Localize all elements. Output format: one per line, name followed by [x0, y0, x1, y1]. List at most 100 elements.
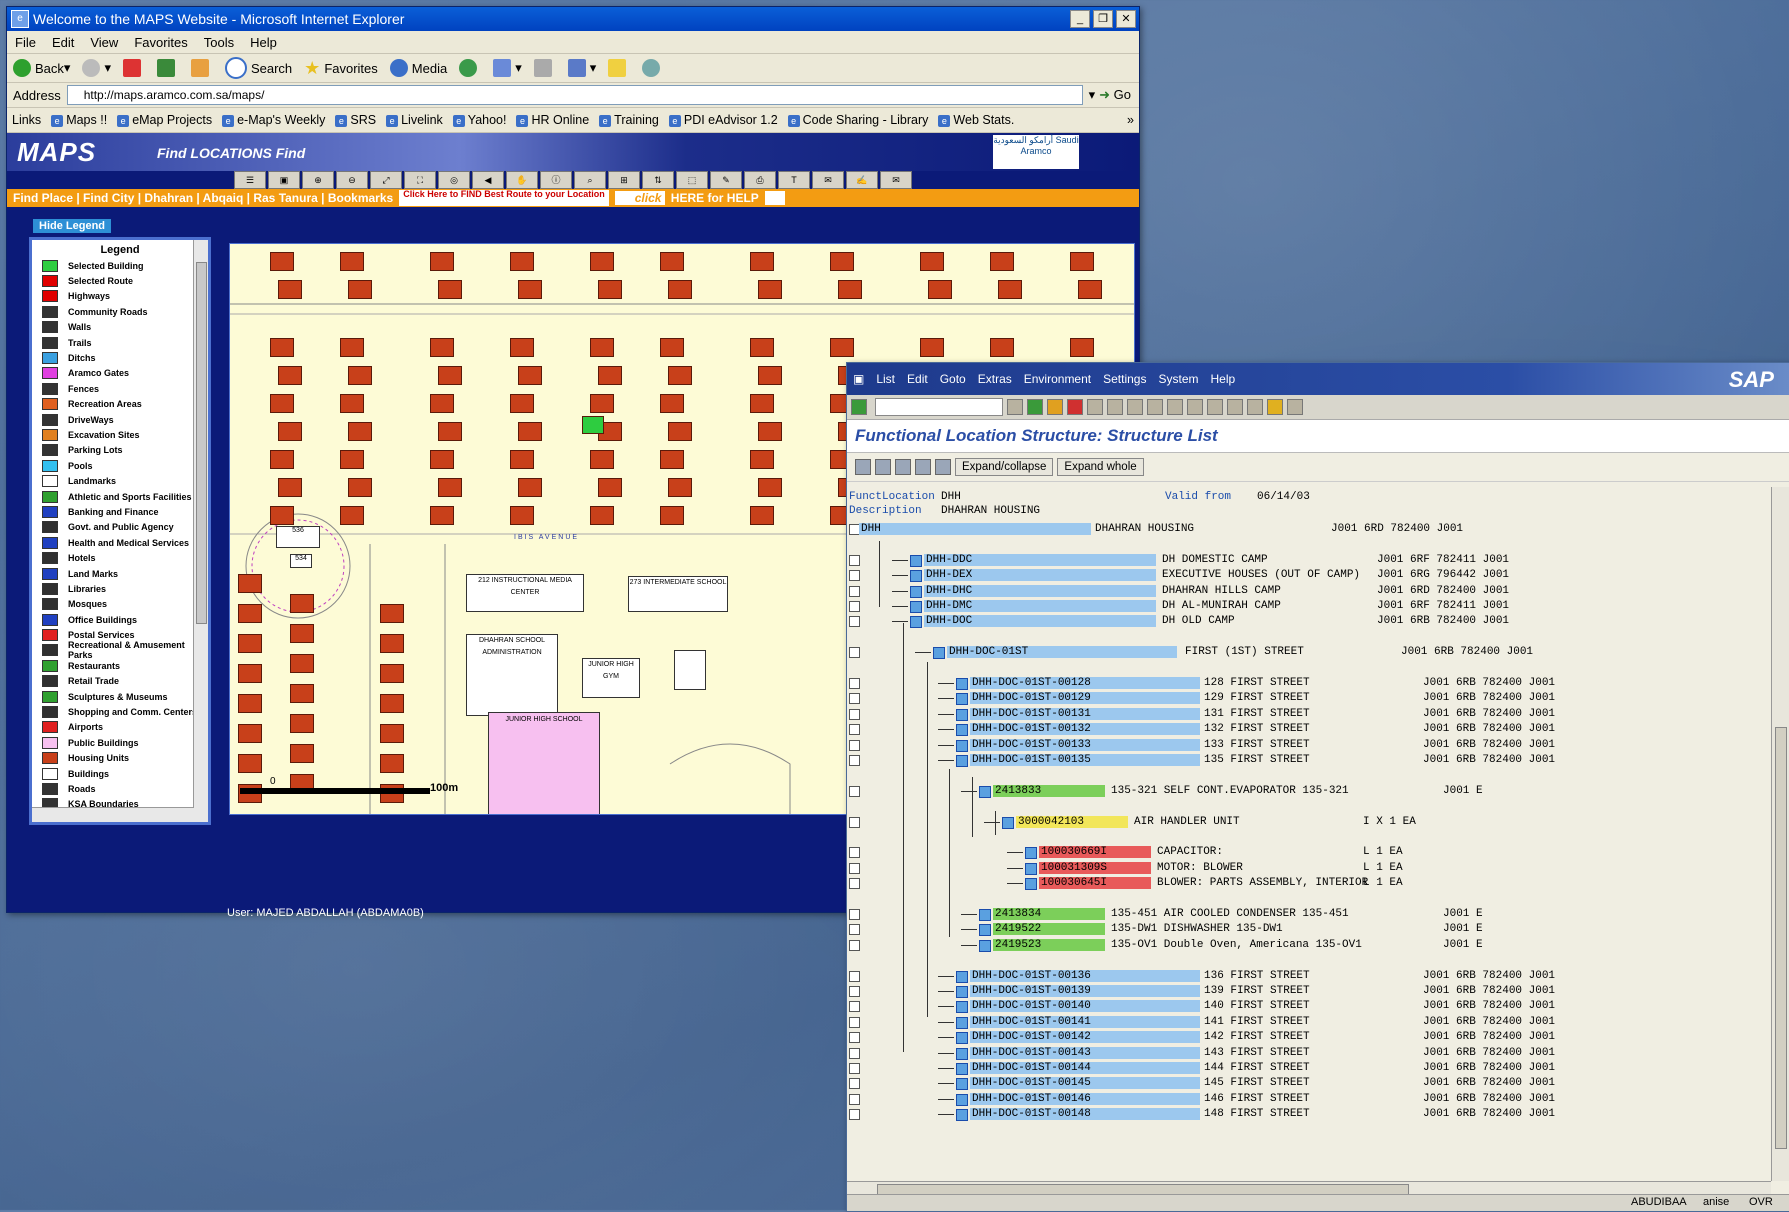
folder-icon[interactable]: [956, 1078, 968, 1091]
housing-unit[interactable]: [348, 478, 372, 497]
back-button[interactable]: Back ▾: [13, 59, 70, 77]
row-checkbox[interactable]: [849, 970, 860, 982]
folder-icon[interactable]: [956, 1016, 968, 1029]
housing-unit[interactable]: [238, 694, 262, 713]
signature-tool-icon[interactable]: ✍: [846, 171, 878, 189]
housing-unit[interactable]: [990, 252, 1014, 271]
help-button[interactable]: click HERE for HELP: [614, 191, 785, 205]
folder-icon[interactable]: [956, 1093, 968, 1106]
link-pdi-eadvisor[interactable]: PDI eAdvisor 1.2: [669, 113, 778, 127]
housing-unit[interactable]: [598, 366, 622, 385]
housing-unit[interactable]: [750, 338, 774, 357]
housing-unit[interactable]: [270, 338, 294, 357]
structure-row[interactable]: 2413833 135-321 SELF CONT.EVAPORATOR 135-…: [847, 784, 1767, 799]
housing-unit[interactable]: [518, 478, 542, 497]
fit-tool-icon[interactable]: ⛶: [404, 171, 436, 189]
housing-unit[interactable]: [278, 280, 302, 299]
folder-icon[interactable]: [1025, 878, 1037, 891]
folder-icon[interactable]: [910, 601, 922, 613]
media-button[interactable]: Media: [389, 59, 447, 77]
print-tool-icon[interactable]: ⎙: [744, 171, 776, 189]
link-emap-projects[interactable]: eMap Projects: [117, 113, 212, 127]
search-button[interactable]: Search: [224, 57, 292, 79]
print-button[interactable]: [533, 59, 556, 77]
housing-unit[interactable]: [430, 394, 454, 413]
row-checkbox[interactable]: [849, 924, 860, 936]
housing-unit[interactable]: [750, 252, 774, 271]
link-emaps-weekly[interactable]: e-Map's Weekly: [222, 113, 325, 127]
row-id[interactable]: DHH-DEX: [924, 569, 1156, 582]
housing-unit[interactable]: [238, 724, 262, 743]
housing-unit[interactable]: [348, 366, 372, 385]
housing-unit[interactable]: [838, 280, 862, 299]
folder-icon[interactable]: [956, 693, 968, 706]
menu-help[interactable]: Help: [250, 35, 277, 50]
sap-vertical-scrollbar[interactable]: [1771, 487, 1789, 1181]
legend-scrollbar[interactable]: [193, 240, 208, 822]
housing-unit[interactable]: [510, 450, 534, 469]
row-id[interactable]: DHH: [859, 523, 1091, 535]
folder-icon[interactable]: [910, 554, 922, 567]
building-small[interactable]: [674, 650, 706, 690]
sap-menu-list[interactable]: List: [876, 372, 895, 386]
row-checkbox[interactable]: [849, 909, 860, 920]
sap-menu-goto[interactable]: Goto: [940, 372, 966, 386]
housing-unit[interactable]: [290, 624, 314, 643]
last-page-icon[interactable]: [1207, 399, 1223, 415]
building-intermediate-school[interactable]: 273 INTERMEDIATE SCHOOL: [628, 576, 728, 612]
address-input[interactable]: http://maps.aramco.com.sa/maps/: [66, 85, 1083, 105]
enter-icon[interactable]: [851, 399, 867, 415]
folder-icon[interactable]: [956, 1047, 968, 1060]
housing-unit[interactable]: [518, 280, 542, 299]
row-checkbox[interactable]: [849, 678, 860, 689]
row-checkbox[interactable]: [849, 1047, 860, 1059]
structure-row[interactable]: DHH-DOC-01ST-00136 136 FIRST STREET J001 6…: [847, 969, 1767, 984]
housing-unit[interactable]: [750, 450, 774, 469]
structure-row[interactable]: DHH-DOC-01ST-00131 131 FIRST STREET J001 6…: [847, 707, 1767, 722]
chevron-right-icon[interactable]: »: [1127, 113, 1134, 127]
structure-row[interactable]: 2419522 135-DW1 DISHWASHER 135-DW1 J001 E: [847, 923, 1767, 937]
selected-building[interactable]: [582, 416, 604, 434]
text-tool-icon[interactable]: T: [778, 171, 810, 189]
row-checkbox[interactable]: [849, 570, 860, 582]
row-id[interactable]: 2419523: [993, 938, 1105, 951]
route-tool-icon[interactable]: ⇅: [642, 171, 674, 189]
graphic-icon[interactable]: [935, 459, 951, 475]
housing-unit[interactable]: [438, 366, 462, 385]
row-id[interactable]: DHH-DOC-01ST-00133: [970, 738, 1200, 751]
structure-row[interactable]: DHH DHAHRAN HOUSING J001 6RD 782400 J001: [847, 523, 1767, 537]
structure-row[interactable]: DHH-DOC-01ST-00144 144 FIRST STREET J001 6…: [847, 1062, 1767, 1076]
housing-unit[interactable]: [590, 252, 614, 271]
edit-button[interactable]: ▾: [567, 59, 596, 77]
folder-icon[interactable]: [910, 570, 922, 583]
row-id[interactable]: 100030669I: [1039, 846, 1151, 859]
folder-icon[interactable]: [979, 785, 991, 798]
link-srs[interactable]: SRS: [335, 113, 376, 127]
structure-row[interactable]: DHH-DDC DH DOMESTIC CAMP J001 6RF 782411 J…: [847, 553, 1767, 568]
find-icon[interactable]: [1107, 399, 1123, 415]
row-id[interactable]: 2413833: [993, 784, 1105, 797]
sap-menu-help[interactable]: Help: [1211, 372, 1236, 386]
housing-unit[interactable]: [660, 450, 684, 469]
save-icon[interactable]: [1007, 399, 1023, 415]
structure-icon[interactable]: [895, 459, 911, 475]
row-id[interactable]: DHH-DOC-01ST-00148: [970, 1108, 1200, 1121]
row-checkbox[interactable]: [849, 862, 860, 874]
sap-menu-settings[interactable]: Settings: [1103, 372, 1146, 386]
housing-unit[interactable]: [270, 506, 294, 525]
housing-unit[interactable]: [590, 338, 614, 357]
structure-row[interactable]: DHH-DOC-01ST-00141 141 FIRST STREET J001 6…: [847, 1015, 1767, 1030]
stop-button[interactable]: [122, 59, 145, 77]
structure-row[interactable]: DHH-DOC-01ST-00142 142 FIRST STREET J001 6…: [847, 1031, 1767, 1045]
row-id[interactable]: 100030645I: [1039, 877, 1151, 890]
housing-unit[interactable]: [668, 366, 692, 385]
print-icon[interactable]: [1087, 399, 1103, 415]
housing-unit[interactable]: [510, 252, 534, 271]
detail-icon[interactable]: [875, 459, 891, 475]
folder-icon[interactable]: [956, 986, 968, 998]
row-id[interactable]: DHH-DOC-01ST-00140: [970, 1000, 1200, 1013]
row-checkbox[interactable]: [849, 1109, 860, 1121]
measure-tool-icon[interactable]: ⬚: [676, 171, 708, 189]
housing-unit[interactable]: [668, 280, 692, 299]
sap-menu-environment[interactable]: Environment: [1024, 372, 1091, 386]
